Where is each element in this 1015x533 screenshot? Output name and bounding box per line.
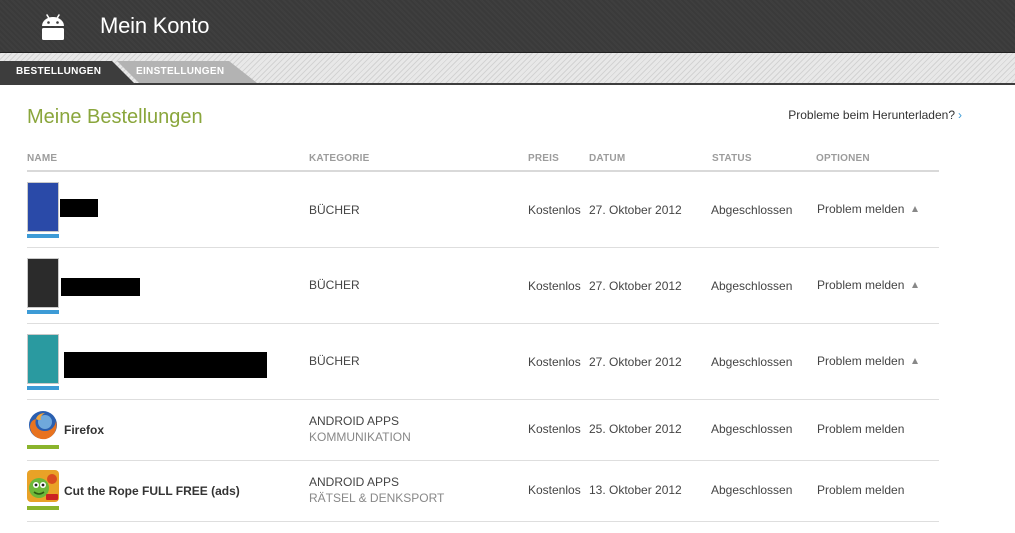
category: BÜCHER: [309, 278, 360, 292]
order-status: Abgeschlossen: [711, 279, 793, 293]
cut-the-rope-icon[interactable]: [27, 470, 59, 502]
price: Kostenlos: [528, 483, 581, 497]
report-problem-label[interactable]: Problem melden: [817, 278, 904, 292]
report-problem-label[interactable]: Problem melden: [817, 202, 904, 216]
price: Kostenlos: [528, 355, 581, 369]
order-status: Abgeschlossen: [711, 483, 793, 497]
column-header-date: DATUM: [589, 153, 626, 164]
app-name[interactable]: Cut the Rope FULL FREE (ads): [64, 483, 240, 499]
book-type-bar: [27, 234, 59, 238]
redacted-title: [60, 199, 98, 217]
column-header-price: PREIS: [528, 153, 560, 164]
report-problem-dropdown[interactable]: Problem melden: [817, 277, 919, 293]
category: ANDROID APPS: [309, 475, 400, 489]
order-date: 27. Oktober 2012: [589, 355, 682, 369]
order-date: 13. Oktober 2012: [589, 483, 682, 497]
column-header-name: NAME: [27, 153, 58, 164]
table-row: Firefox ANDROID APPS KOMMUNIKATION Koste…: [27, 400, 939, 461]
page-header-title: Mein Konto: [100, 13, 210, 38]
report-problem-dropdown[interactable]: Problem melden: [817, 353, 919, 369]
download-problems-link[interactable]: Probleme beim Herunterladen? ›: [788, 107, 962, 123]
triangle-up-icon[interactable]: [912, 282, 919, 288]
book-cover: [27, 258, 59, 308]
book-cover: [27, 334, 59, 384]
order-status: Abgeschlossen: [711, 203, 793, 217]
report-problem-link[interactable]: Problem melden: [817, 482, 904, 498]
tab-orders[interactable]: BESTELLUNGEN: [0, 61, 134, 83]
price: Kostenlos: [528, 422, 581, 436]
column-header-category: KATEGORIE: [309, 153, 370, 164]
app-name[interactable]: Firefox: [64, 422, 104, 438]
chevron-right-icon: ›: [958, 108, 962, 122]
book-type-bar: [27, 386, 59, 390]
tab-bar: EINSTELLUNGEN BESTELLUNGEN: [0, 53, 1015, 85]
redacted-title: [61, 278, 140, 296]
subcategory: RÄTSEL & DENKSPORT: [309, 491, 445, 505]
download-problems-label[interactable]: Probleme beim Herunterladen?: [788, 108, 955, 122]
category: BÜCHER: [309, 354, 360, 368]
triangle-up-icon[interactable]: [912, 358, 919, 364]
order-date: 25. Oktober 2012: [589, 422, 682, 436]
page-title: Meine Bestellungen: [27, 106, 203, 128]
app-type-bar: [27, 506, 59, 510]
app-header: Mein Konto: [0, 0, 1015, 53]
redacted-title: [64, 352, 267, 378]
category: ANDROID APPS: [309, 414, 400, 428]
order-date: 27. Oktober 2012: [589, 203, 682, 217]
subcategory: KOMMUNIKATION: [309, 430, 411, 444]
report-problem-label[interactable]: Problem melden: [817, 354, 904, 368]
table-row: BÜCHER Kostenlos 27. Oktober 2012 Abgesc…: [27, 248, 939, 324]
android-robot-icon[interactable]: [38, 12, 68, 42]
order-status: Abgeschlossen: [711, 422, 793, 436]
price: Kostenlos: [528, 203, 581, 217]
order-status: Abgeschlossen: [711, 355, 793, 369]
category: BÜCHER: [309, 203, 360, 217]
app-type-bar: [27, 445, 59, 449]
price: Kostenlos: [528, 279, 581, 293]
table-row: BÜCHER Kostenlos 27. Oktober 2012 Abgesc…: [27, 172, 939, 248]
table-row: BÜCHER Kostenlos 27. Oktober 2012 Abgesc…: [27, 324, 939, 400]
report-problem-link[interactable]: Problem melden: [817, 421, 904, 437]
book-cover: [27, 182, 59, 232]
column-header-status: STATUS: [712, 153, 752, 164]
table-row: Cut the Rope FULL FREE (ads) ANDROID APP…: [27, 461, 939, 522]
firefox-icon[interactable]: [27, 409, 59, 441]
tab-settings[interactable]: EINSTELLUNGEN: [117, 61, 257, 83]
triangle-up-icon[interactable]: [912, 206, 919, 212]
book-type-bar: [27, 310, 59, 314]
column-header-options: OPTIONEN: [816, 153, 870, 164]
report-problem-dropdown[interactable]: Problem melden: [817, 201, 919, 217]
order-date: 27. Oktober 2012: [589, 279, 682, 293]
